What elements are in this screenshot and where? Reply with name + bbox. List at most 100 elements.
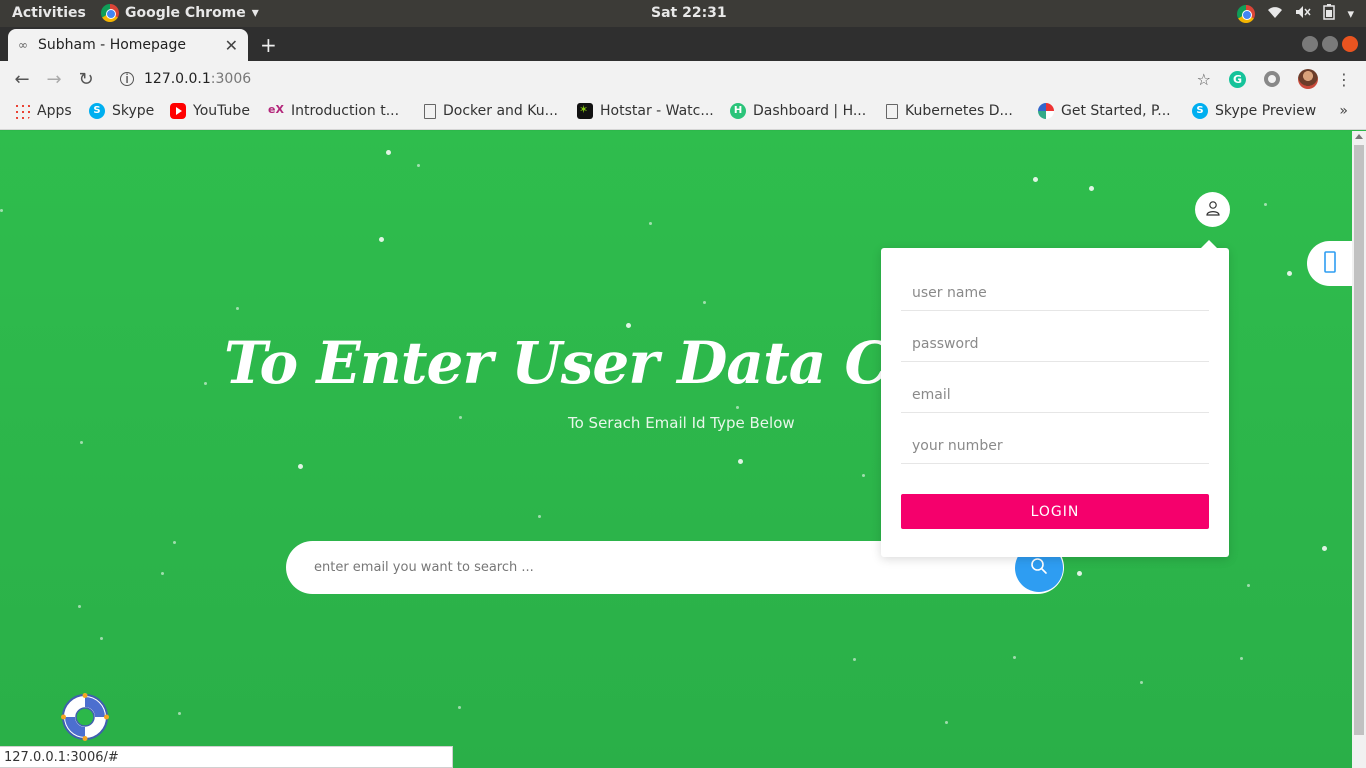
email-field[interactable] (901, 377, 1209, 413)
menu-kebab-icon[interactable]: ⋮ (1336, 70, 1352, 89)
wifi-icon (1267, 5, 1283, 23)
hotstar-icon (577, 103, 593, 119)
bookmark-get-started[interactable]: Get Started, P... (1038, 103, 1171, 119)
chrome-icon (101, 4, 119, 22)
bookmark-dashboard[interactable]: H Dashboard | H... (730, 103, 866, 119)
back-button[interactable]: ← (6, 69, 38, 90)
system-top-bar: Activities Google Chrome ▾ Sat 22:31 ▾ (0, 0, 1366, 27)
tab-subham-homepage[interactable]: ∞ Subham - Homepage ✕ (8, 29, 248, 61)
login-dropdown: LOGIN (881, 240, 1229, 557)
battery-icon (1323, 4, 1336, 24)
login-button[interactable]: LOGIN (901, 494, 1209, 529)
info-icon[interactable]: i (120, 72, 134, 86)
particle-dot (458, 706, 461, 709)
particle-dot (1140, 681, 1143, 684)
bookmarks-bar: Apps S Skype YouTube eX Introduction t..… (0, 97, 1366, 130)
bookmark-youtube[interactable]: YouTube (170, 103, 250, 119)
particle-dot (0, 209, 3, 212)
status-bar-url: 127.0.0.1:3006/# (0, 746, 453, 768)
username-field[interactable] (901, 275, 1209, 311)
bookmark-skype[interactable]: S Skype (89, 103, 154, 119)
system-menu-caret-icon[interactable]: ▾ (1347, 7, 1354, 22)
particle-dot (236, 307, 239, 310)
particle-dot (379, 237, 384, 242)
tab-strip: ∞ Subham - Homepage ✕ + (0, 27, 1366, 61)
document-icon (886, 103, 898, 119)
particle-dot (161, 572, 164, 575)
search-icon (1030, 557, 1048, 579)
app-menu[interactable]: Google Chrome ▾ (101, 4, 259, 22)
forward-button[interactable]: → (38, 69, 70, 90)
search-input[interactable] (314, 555, 994, 579)
activities-button[interactable]: Activities (12, 5, 86, 21)
bookmark-star-icon[interactable]: ☆ (1197, 70, 1211, 89)
close-icon[interactable]: ✕ (225, 36, 238, 55)
side-widget-tab[interactable] (1307, 241, 1352, 286)
profile-avatar[interactable] (1298, 69, 1318, 89)
bookmark-docker[interactable]: Docker and Ku... (424, 103, 558, 119)
particle-dot (386, 150, 391, 155)
particle-dot (178, 712, 181, 715)
system-tray[interactable]: ▾ (1237, 4, 1354, 24)
particle-dot (80, 441, 83, 444)
particle-dot (736, 406, 739, 409)
particle-dot (417, 164, 420, 167)
bookmark-hotstar[interactable]: Hotstar - Watc... (577, 103, 714, 119)
scrollbar-thumb[interactable] (1354, 145, 1364, 735)
particle-dot (1247, 584, 1250, 587)
minimize-button[interactable] (1302, 36, 1318, 52)
page-scrollbar[interactable] (1352, 131, 1366, 768)
skype-icon: S (89, 103, 105, 119)
phone-number-field[interactable] (901, 428, 1209, 464)
particle-dot (1089, 186, 1094, 191)
mobile-device-icon (1324, 250, 1336, 277)
particle-dot (703, 301, 706, 304)
particle-dot (538, 515, 541, 518)
extension-circle-icon[interactable] (1264, 71, 1280, 87)
particle-dot (862, 474, 865, 477)
close-window-button[interactable] (1342, 36, 1358, 52)
particle-dot (1013, 656, 1016, 659)
new-tab-button[interactable]: + (260, 33, 277, 57)
hero-subtitle: To Serach Email Id Type Below (568, 414, 795, 432)
page-viewport: To Enter User Data Click On To Serach Em… (0, 131, 1352, 768)
particle-dot (1264, 203, 1267, 206)
url-port: :3006 (210, 71, 252, 87)
user-icon (1205, 200, 1221, 220)
particle-dot (945, 721, 948, 724)
particle-dot (1033, 177, 1038, 182)
user-menu-button[interactable] (1195, 192, 1230, 227)
bookmark-introduction[interactable]: eX Introduction t... (268, 103, 399, 119)
document-icon (424, 103, 436, 119)
particle-dot (738, 459, 743, 464)
tab-title: Subham - Homepage (38, 37, 186, 53)
bookmark-skype-preview[interactable]: S Skype Preview (1192, 103, 1316, 119)
globe-icon (1038, 103, 1054, 119)
youtube-icon (170, 103, 186, 119)
grammarly-extension-icon[interactable]: G (1229, 70, 1246, 88)
bookmark-kubernetes[interactable]: Kubernetes D... (886, 103, 1013, 119)
reload-button[interactable]: ↻ (70, 69, 102, 90)
chrome-tray-icon[interactable] (1237, 5, 1256, 23)
maximize-button[interactable] (1322, 36, 1338, 52)
particle-dot (100, 637, 103, 640)
bookmark-apps[interactable]: Apps (14, 103, 72, 119)
hackerearth-icon: H (730, 103, 746, 119)
tab-favicon-icon: ∞ (18, 38, 28, 52)
particle-dot (298, 464, 303, 469)
particle-dot (626, 323, 631, 328)
volume-muted-icon (1295, 5, 1312, 23)
skype-icon: S (1192, 103, 1208, 119)
particle-dot (1287, 271, 1292, 276)
particle-dot (78, 605, 81, 608)
lifebuoy-help-icon[interactable] (61, 693, 109, 741)
password-field[interactable] (901, 326, 1209, 362)
app-menu-label: Google Chrome (125, 5, 246, 21)
toolbar-icons: ☆ G ⋮ (1197, 69, 1352, 89)
bookmarks-overflow-button[interactable]: » (1339, 103, 1348, 119)
clock[interactable]: Sat 22:31 (651, 5, 727, 21)
scroll-up-arrow-icon[interactable] (1355, 134, 1363, 139)
particle-dot (649, 222, 652, 225)
particle-dot (1240, 657, 1243, 660)
address-bar[interactable]: i 127.0.0.1:3006 (110, 65, 1210, 93)
